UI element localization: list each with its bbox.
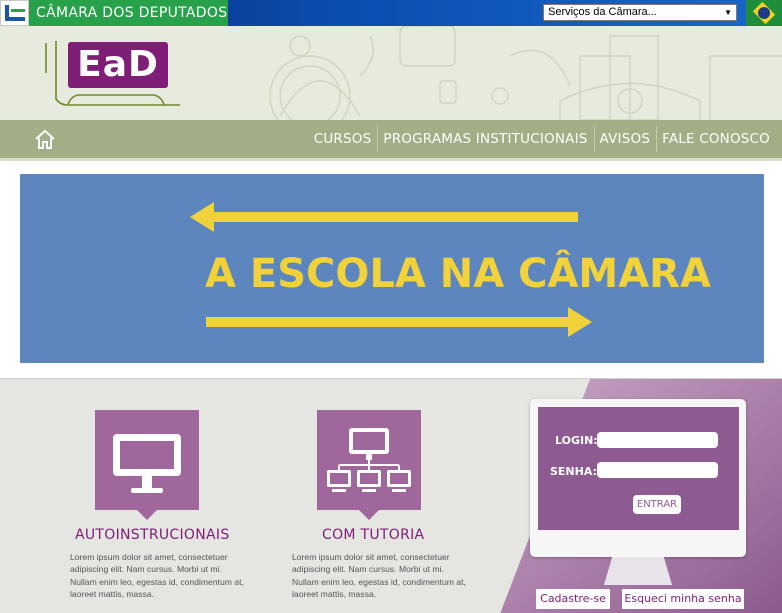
nav-item-fale-conosco[interactable]: FALE CONOSCO: [656, 120, 776, 158]
monitor-icon: [113, 434, 181, 493]
main-nav: CURSOS PROGRAMAS INSTITUCIONAIS AVISOS F…: [0, 120, 782, 158]
login-label: LOGIN:: [555, 434, 598, 447]
com-tutoria-description: Lorem ipsum dolor sit amet, consectetuer…: [292, 552, 466, 600]
home-icon[interactable]: [34, 128, 56, 150]
nav-item-avisos[interactable]: AVISOS: [593, 120, 657, 158]
monitor-stand: [604, 557, 672, 585]
password-input[interactable]: [597, 462, 718, 478]
services-select-value: Serviços da Câmara...: [548, 6, 657, 18]
register-button[interactable]: Cadastre-se: [536, 589, 610, 609]
brazil-flag-icon[interactable]: [746, 0, 782, 26]
header-decoration-illustration: [269, 26, 782, 120]
autoinstrucionais-description: Lorem ipsum dolor sit amet, consectetuer…: [70, 552, 244, 600]
nav-item-programas-institucionais[interactable]: PROGRAMAS INSTITUCIONAIS: [377, 120, 593, 158]
ead-logo[interactable]: EaD: [68, 42, 168, 88]
card-pointer-icon: [359, 510, 379, 520]
hero-title: A ESCOLA NA CÂMARA: [205, 251, 711, 297]
com-tutoria-label[interactable]: COM TUTORIA: [322, 527, 424, 543]
forgot-password-button[interactable]: Esqueci minha senha: [622, 589, 744, 609]
entrar-button[interactable]: ENTRAR: [633, 495, 681, 514]
chevron-down-icon: ▼: [724, 8, 732, 17]
autoinstrucionais-label[interactable]: AUTOINSTRUCIONAIS: [75, 527, 230, 543]
camara-logo-icon[interactable]: [0, 0, 29, 26]
network-icon: [327, 428, 411, 492]
password-label: SENHA:: [550, 465, 597, 478]
nav-item-cursos[interactable]: CURSOS: [308, 120, 378, 158]
camara-title-link[interactable]: CÂMARA DOS DEPUTADOS: [29, 0, 228, 26]
card-pointer-icon: [137, 510, 157, 520]
services-select[interactable]: Serviços da Câmara... ▼: [543, 4, 737, 21]
login-input[interactable]: [597, 432, 718, 448]
